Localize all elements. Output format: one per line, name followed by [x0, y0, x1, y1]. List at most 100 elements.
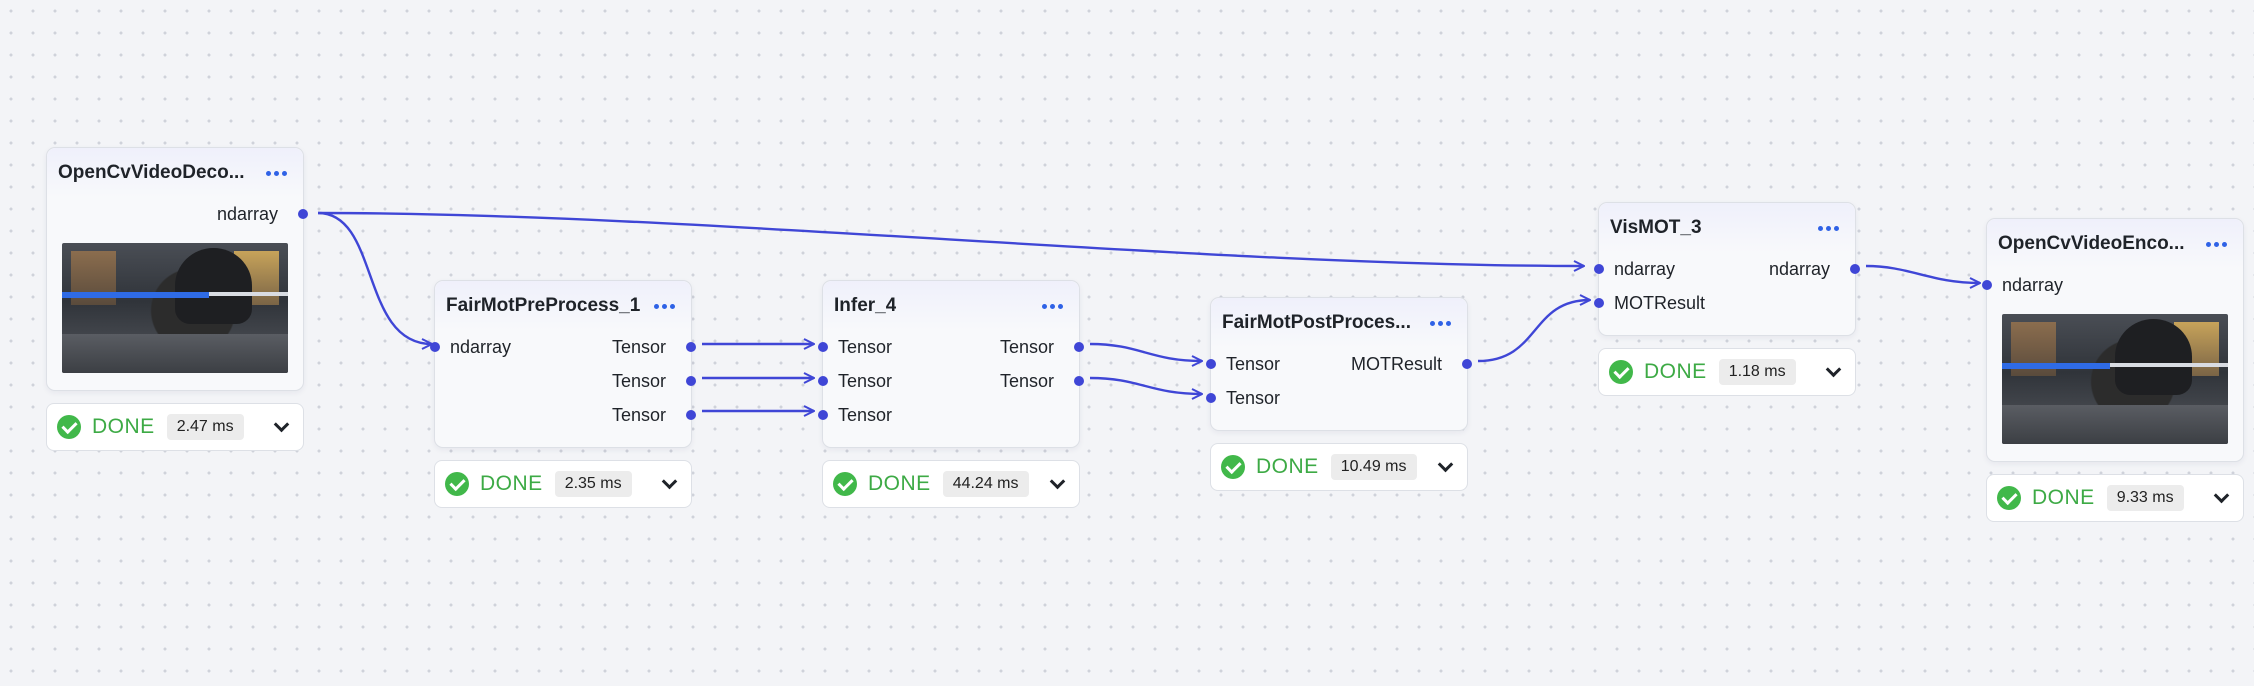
port-row: Tensor [1206, 382, 1467, 416]
node-vismot[interactable]: VisMOT_3 ndarray ndarray MOTResult [1594, 202, 1860, 336]
check-circle-icon [1221, 455, 1245, 479]
port-row: Tensor Tensor [818, 331, 1084, 365]
edge-decoder-to-preprocess[interactable] [317, 211, 432, 344]
output-handle[interactable] [1074, 376, 1084, 386]
input-port-label: ndarray [450, 337, 512, 357]
input-port-label: Tensor [1226, 388, 1281, 408]
input-port-label: ndarray [2002, 275, 2064, 295]
port-row: ndarray Tensor [430, 331, 696, 365]
node-opencv-video-decoder[interactable]: OpenCvVideoDeco... ndarray [46, 147, 308, 391]
check-circle-icon [1997, 486, 2021, 510]
output-handle[interactable] [686, 410, 696, 420]
status-panel-vismot: DONE 1.18 ms [1598, 348, 1856, 396]
node-title: OpenCvVideoEnco... [1998, 233, 2185, 254]
status-label: DONE [2032, 486, 2095, 509]
chevron-down-icon[interactable] [657, 472, 681, 496]
input-handle[interactable] [430, 342, 440, 352]
output-handle[interactable] [1850, 264, 1860, 274]
check-circle-icon [1609, 360, 1633, 384]
status-panel-decoder: DONE 2.47 ms [46, 403, 304, 451]
more-horizontal-icon[interactable] [1426, 315, 1455, 332]
time-badge: 2.47 ms [166, 414, 244, 440]
input-handle[interactable] [818, 410, 828, 420]
status-label: DONE [480, 472, 543, 495]
edge-decoder-to-vismot[interactable] [317, 211, 1584, 266]
input-port-label: Tensor [838, 337, 893, 357]
edge-infer-to-postprocess-1[interactable] [1089, 342, 1202, 361]
input-port-label: Tensor [1226, 354, 1281, 374]
video-preview [2002, 314, 2228, 444]
output-handle[interactable] [1462, 359, 1472, 369]
node-opencv-video-encoder[interactable]: OpenCvVideoEnco... ndarray [1982, 218, 2244, 462]
status-label: DONE [92, 415, 155, 438]
output-port-label: Tensor [611, 371, 666, 391]
output-handle[interactable] [298, 209, 308, 219]
time-badge: 2.35 ms [554, 471, 632, 497]
chevron-down-icon[interactable] [1045, 472, 1069, 496]
node-title: OpenCvVideoDeco... [58, 162, 245, 183]
more-horizontal-icon[interactable] [262, 165, 291, 182]
output-handle[interactable] [1074, 342, 1084, 352]
video-preview [62, 243, 288, 373]
status-label: DONE [1644, 360, 1707, 383]
port-row: Tensor [818, 399, 1079, 433]
input-port-label: ndarray [1614, 259, 1676, 279]
check-circle-icon [57, 415, 81, 439]
input-handle[interactable] [1982, 280, 1992, 290]
port-row: Tensor [435, 399, 696, 433]
time-badge: 9.33 ms [2106, 485, 2184, 511]
output-port-label: Tensor [611, 337, 666, 357]
node-header: VisMOT_3 [1599, 203, 1855, 253]
input-port-label: Tensor [838, 405, 893, 425]
port-row: Tensor MOTResult [1206, 348, 1472, 382]
edge-postprocess-to-vismot[interactable] [1477, 300, 1590, 363]
node-title: VisMOT_3 [1610, 217, 1702, 238]
port-row: Tensor Tensor [818, 365, 1084, 399]
input-handle[interactable] [1594, 264, 1604, 274]
chevron-down-icon[interactable] [1433, 455, 1457, 479]
node-header: OpenCvVideoEnco... [1987, 219, 2243, 269]
output-port-label: ndarray [216, 204, 278, 224]
edge-infer-to-postprocess-2[interactable] [1089, 376, 1202, 394]
time-badge: 1.18 ms [1718, 359, 1796, 385]
input-port-label: Tensor [838, 371, 893, 391]
node-title: FairMotPreProcess_1 [446, 295, 641, 316]
input-handle[interactable] [818, 376, 828, 386]
output-port-label: Tensor [611, 405, 666, 425]
node-fairmot-preprocess[interactable]: FairMotPreProcess_1 ndarray Tensor Tenso… [430, 280, 696, 448]
more-horizontal-icon[interactable] [650, 298, 679, 315]
port-row: ndarray [1982, 269, 2243, 303]
check-circle-icon [445, 472, 469, 496]
status-label: DONE [868, 472, 931, 495]
input-handle[interactable] [1206, 359, 1216, 369]
node-fairmot-postprocess[interactable]: FairMotPostProces... Tensor MOTResult Te… [1206, 297, 1472, 431]
chevron-down-icon[interactable] [269, 415, 293, 439]
chevron-down-icon[interactable] [1821, 360, 1845, 384]
output-port-label: MOTResult [1350, 354, 1442, 374]
input-handle[interactable] [1206, 393, 1216, 403]
node-header: Infer_4 [823, 281, 1079, 331]
output-port-row: ndarray [47, 198, 308, 232]
node-infer[interactable]: Infer_4 Tensor Tensor Tensor Tensor Tens… [818, 280, 1084, 448]
edge-vismot-to-encoder[interactable] [1865, 264, 1980, 283]
port-row: MOTResult [1594, 287, 1855, 321]
status-panel-encoder: DONE 9.33 ms [1986, 474, 2244, 522]
status-panel-postprocess: DONE 10.49 ms [1210, 443, 1468, 491]
time-badge: 10.49 ms [1330, 454, 1417, 480]
node-title: FairMotPostProces... [1222, 312, 1411, 333]
status-panel-preprocess: DONE 2.35 ms [434, 460, 692, 508]
input-handle[interactable] [818, 342, 828, 352]
input-handle[interactable] [1594, 298, 1604, 308]
input-port-label: MOTResult [1614, 293, 1706, 313]
chevron-down-icon[interactable] [2209, 486, 2233, 510]
more-horizontal-icon[interactable] [1038, 298, 1067, 315]
node-header: OpenCvVideoDeco... [47, 148, 303, 198]
output-handle[interactable] [686, 342, 696, 352]
node-title: Infer_4 [834, 295, 897, 316]
more-horizontal-icon[interactable] [2202, 236, 2231, 253]
more-horizontal-icon[interactable] [1814, 220, 1843, 237]
status-panel-infer: DONE 44.24 ms [822, 460, 1080, 508]
status-label: DONE [1256, 455, 1319, 478]
node-header: FairMotPostProces... [1211, 298, 1467, 348]
output-handle[interactable] [686, 376, 696, 386]
